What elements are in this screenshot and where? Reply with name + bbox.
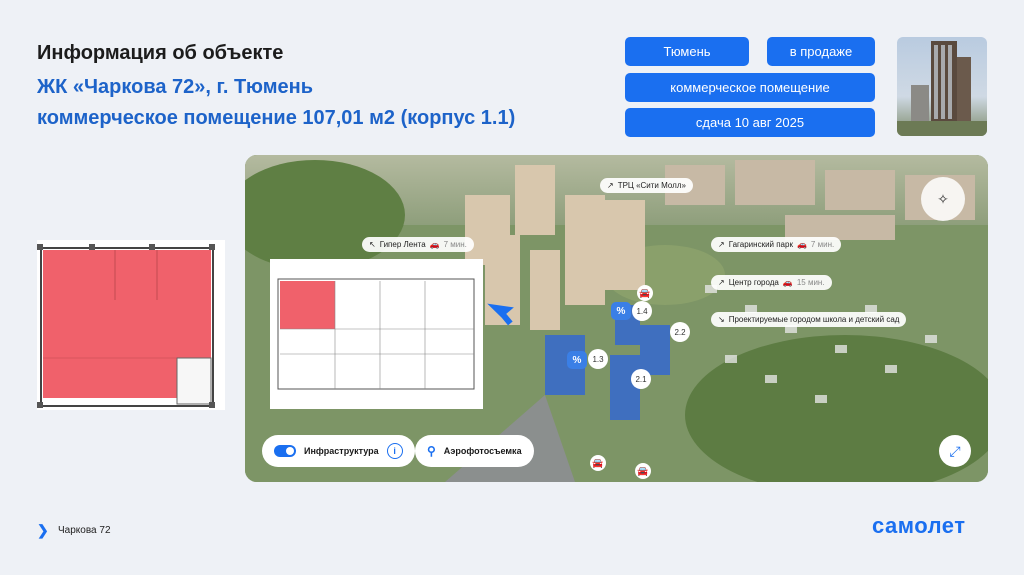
- location-map[interactable]: ↗ ТРЦ «Сити Молл» ↖ Гипер Лента 🚗 7 мин.…: [245, 155, 988, 482]
- mall-label-text: ТРЦ «Сити Молл»: [617, 181, 686, 190]
- unit-title: коммерческое помещение 107,01 м2 (корпус…: [37, 107, 516, 129]
- center-time: 15 мин.: [796, 278, 825, 287]
- complex-title: ЖК «Чаркова 72», г. Тюмень: [37, 76, 314, 98]
- park-label-text: Гагаринский парк: [728, 240, 793, 249]
- building-photo[interactable]: [897, 37, 987, 136]
- mall-label[interactable]: ↗ ТРЦ «Сити Молл»: [600, 178, 693, 193]
- car-marker-icon[interactable]: 🚘: [590, 455, 606, 471]
- center-label[interactable]: ↗ Центр города 🚗 15 мин.: [711, 275, 832, 290]
- lenta-label-text: Гипер Лента: [379, 240, 426, 249]
- lenta-label[interactable]: ↖ Гипер Лента 🚗 7 мин.: [362, 237, 474, 252]
- lenta-time: 7 мин.: [443, 240, 467, 249]
- toggle-switch[interactable]: [274, 445, 296, 457]
- status-tag: в продаже: [767, 37, 875, 66]
- car-icon: 🚗: [782, 278, 793, 287]
- location-pin-icon: ⚲: [427, 444, 436, 458]
- park-time: 7 мин.: [810, 240, 835, 249]
- infrastructure-label: Инфраструктура: [304, 446, 379, 456]
- building-illustration: [897, 41, 987, 136]
- percent-badge[interactable]: %: [611, 302, 631, 320]
- compass-icon[interactable]: ✧: [921, 177, 965, 221]
- car-icon: 🚗: [429, 240, 440, 249]
- school-label-text: Проектируемые городом школа и детский са…: [728, 315, 900, 324]
- info-icon[interactable]: i: [386, 443, 403, 459]
- building-1-3-badge[interactable]: 1.3: [588, 349, 608, 369]
- unit-floorplan[interactable]: [37, 240, 225, 410]
- chevron-right-icon: ❯: [37, 522, 49, 538]
- brand-logo: самолет: [872, 513, 966, 538]
- arrow-icon: ↗: [718, 240, 725, 249]
- arrow-icon: ↘: [718, 315, 725, 324]
- arrow-icon: ↖: [369, 240, 376, 249]
- car-marker-icon[interactable]: 🚘: [637, 285, 653, 301]
- building-1-4-badge[interactable]: 1.4: [632, 301, 652, 321]
- floorplan-drawing: [37, 244, 215, 408]
- footer-project-name: Чаркова 72: [58, 525, 111, 536]
- infrastructure-toggle[interactable]: Инфраструктура i: [262, 435, 415, 467]
- park-label[interactable]: ↗ Гагаринский парк 🚗 7 мин.: [711, 237, 842, 252]
- percent-badge[interactable]: %: [567, 351, 587, 369]
- floor-layout-overlay[interactable]: [270, 259, 483, 409]
- car-icon: 🚗: [796, 240, 807, 249]
- city-tag: Тюмень: [625, 37, 749, 66]
- arrow-icon: ↗: [718, 278, 725, 287]
- aerial-photo-label: Аэрофотосъемка: [443, 446, 522, 456]
- building-2-2-badge[interactable]: 2.2: [670, 322, 690, 342]
- page-title: Информация об объекте: [37, 42, 284, 64]
- school-label[interactable]: ↘ Проектируемые городом школа и детский …: [711, 312, 907, 327]
- type-tag: коммерческое помещение: [625, 73, 875, 102]
- aerial-photo-button[interactable]: ⚲ Аэрофотосъемка: [415, 435, 534, 467]
- floor-layout-drawing: [277, 278, 475, 390]
- delivery-tag: сдача 10 авг 2025: [625, 108, 875, 137]
- car-marker-icon[interactable]: 🚘: [635, 463, 651, 479]
- fullscreen-icon[interactable]: ⤢: [939, 435, 971, 467]
- building-2-1-badge[interactable]: 2.1: [631, 369, 651, 389]
- arrow-icon: ↗: [607, 181, 614, 190]
- center-label-text: Центр города: [728, 278, 779, 287]
